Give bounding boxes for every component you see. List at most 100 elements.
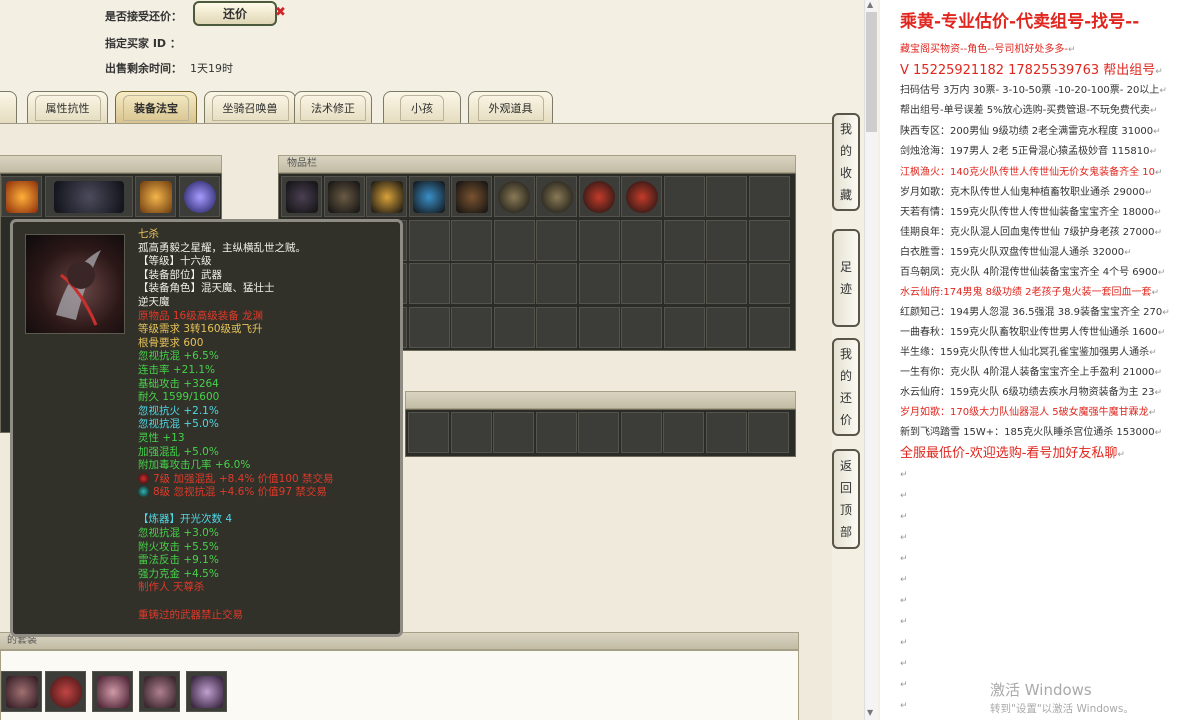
scroll-thumb[interactable]: [866, 12, 877, 132]
back-to-top-button[interactable]: 返回顶部: [832, 449, 860, 549]
tab-spell-correction[interactable]: 法术修正: [294, 91, 372, 123]
inventory-slot[interactable]: [706, 263, 747, 304]
secondary-slot[interactable]: [705, 412, 747, 453]
inventory-slot[interactable]: [408, 263, 450, 304]
inventory-slot[interactable]: [408, 219, 450, 261]
secondary-slot[interactable]: [408, 412, 449, 453]
doc-line: 佳期良年：克火队混人回血鬼传世仙 7级护身老孩 27000↵: [900, 227, 1163, 238]
inventory-slot[interactable]: [493, 219, 535, 261]
tab-child[interactable]: 小孩: [383, 91, 461, 123]
inventory-slot[interactable]: [706, 306, 747, 348]
scrollbar[interactable]: ▲ ▼: [864, 0, 878, 720]
inventory-slot[interactable]: [493, 176, 535, 217]
inventory-slot[interactable]: [536, 263, 577, 304]
tab-attribute-resist[interactable]: 属性抗性: [27, 91, 108, 123]
side-button-char: 藏: [839, 188, 852, 202]
inventory-slot[interactable]: [706, 219, 747, 261]
inventory-slot[interactable]: [323, 176, 365, 217]
inventory-slot[interactable]: [366, 176, 407, 217]
side-button-char: 足: [839, 260, 852, 274]
secondary-slot[interactable]: [493, 412, 534, 453]
inventory-slot[interactable]: [578, 263, 620, 304]
return-mark-icon: ↵: [1148, 408, 1157, 418]
remaining-time-row: 出售剩余时间： 1天19时: [105, 62, 233, 75]
close-x-icon[interactable]: ✖: [275, 5, 286, 20]
my-favorites-button[interactable]: 我的收藏: [832, 113, 860, 211]
set-item-slot[interactable]: [45, 671, 86, 712]
set-item-slot[interactable]: [1, 671, 42, 712]
inventory-slot[interactable]: [408, 176, 450, 217]
inventory-slot[interactable]: [621, 263, 662, 304]
inventory-slot[interactable]: [621, 306, 662, 348]
tooltip-line: 7级 加强混乱 +8.4% 价值100 禁交易: [138, 472, 400, 487]
inventory-slot[interactable]: [663, 219, 705, 261]
inventory-slot[interactable]: [536, 306, 577, 348]
return-mark-icon: ↵: [1157, 328, 1166, 338]
inventory-slot[interactable]: [748, 306, 790, 348]
scroll-up-icon[interactable]: ▲: [867, 0, 873, 9]
inventory-slot[interactable]: [536, 176, 577, 217]
return-mark-icon: ↵: [1151, 288, 1160, 298]
inventory-slot[interactable]: [451, 263, 492, 304]
tooltip-text: 七杀 孤高勇毅之星耀，主纵横乱世之贼。 【等级】十六级 【装备部位】武器 【装备角色】混…: [138, 228, 400, 622]
tooltip-line: 孤高勇毅之星耀，主纵横乱世之贼。: [138, 241, 306, 254]
tooltip-line: 加强混乱 +5.0%: [138, 445, 219, 458]
side-button-char: 返: [839, 459, 852, 473]
inventory-slot[interactable]: [663, 263, 705, 304]
return-mark-icon: ↵: [900, 554, 908, 564]
secondary-slot[interactable]: [663, 412, 704, 453]
inventory-slot[interactable]: [451, 176, 492, 217]
equip-slot[interactable]: [135, 176, 176, 217]
secondary-slot[interactable]: [578, 412, 619, 453]
inventory-slot[interactable]: [493, 263, 535, 304]
doc-line: 白衣胜雪：159克火队双盘传世仙混人通杀 32000↵: [900, 247, 1132, 258]
return-mark-icon: ↵: [1154, 368, 1163, 378]
inventory-slot[interactable]: [493, 306, 535, 348]
tab-mount-summon[interactable]: 坐骑召唤兽: [204, 91, 296, 123]
equip-slot[interactable]: [45, 176, 133, 217]
secondary-slot[interactable]: [620, 412, 662, 453]
my-counter-offers-button[interactable]: 我的还价: [832, 338, 860, 436]
footprint-button[interactable]: 足迹: [832, 229, 860, 327]
set-item-slot[interactable]: [186, 671, 227, 712]
secondary-slot[interactable]: [748, 412, 789, 453]
tooltip-line: [138, 595, 400, 609]
inventory-slot[interactable]: [578, 176, 620, 217]
inventory-slot[interactable]: [748, 263, 790, 304]
inventory-slot[interactable]: [621, 176, 662, 217]
tab-appearance-items[interactable]: 外观道具: [468, 91, 553, 123]
inventory-item-icon: [540, 180, 573, 213]
equip-slot[interactable]: [179, 176, 220, 217]
counter-offer-button[interactable]: 还价: [193, 1, 277, 26]
tab-equipment-treasure[interactable]: 装备法宝: [115, 91, 197, 123]
inventory-slot[interactable]: [578, 219, 620, 261]
set-item-slot[interactable]: [139, 671, 180, 712]
inventory-slot[interactable]: [536, 219, 577, 261]
inventory-slot[interactable]: [451, 219, 492, 261]
doc-line: 剑烛沧海：197男人 2老 5正骨混心猿孟极妙音 115810↵: [900, 146, 1158, 157]
secondary-slot[interactable]: [535, 412, 577, 453]
inventory-slot[interactable]: [408, 306, 450, 348]
set-panel: [0, 650, 799, 720]
inventory-slot[interactable]: [748, 176, 790, 217]
side-button-char: 我: [839, 122, 852, 136]
inventory-slot[interactable]: [578, 306, 620, 348]
inventory-slot[interactable]: [663, 306, 705, 348]
inventory-slot[interactable]: [621, 219, 662, 261]
inventory-slot[interactable]: [663, 176, 705, 217]
tab-partial[interactable]: [0, 91, 17, 123]
scroll-down-icon[interactable]: ▼: [867, 708, 873, 717]
tooltip-line: 强力克金 +4.5%: [138, 567, 219, 580]
secondary-slot[interactable]: [450, 412, 492, 453]
return-mark-icon: ↵: [1153, 127, 1161, 137]
inventory-slot[interactable]: [748, 219, 790, 261]
inventory-slot[interactable]: [281, 176, 322, 217]
return-mark-icon: ↵: [1162, 308, 1170, 318]
doc-line: 帮出组号-单号误差 5%放心选购-买费管退-不玩免费代卖↵: [900, 105, 1158, 116]
return-mark-icon: ↵: [1149, 106, 1158, 116]
inventory-slot[interactable]: [706, 176, 747, 217]
inventory-slot[interactable]: [451, 306, 492, 348]
set-item-slot[interactable]: [92, 671, 133, 712]
equip-slot[interactable]: [1, 176, 42, 217]
item-tooltip: 七杀 孤高勇毅之星耀，主纵横乱世之贼。 【等级】十六级 【装备部位】武器 【装备角色】混…: [10, 219, 403, 637]
